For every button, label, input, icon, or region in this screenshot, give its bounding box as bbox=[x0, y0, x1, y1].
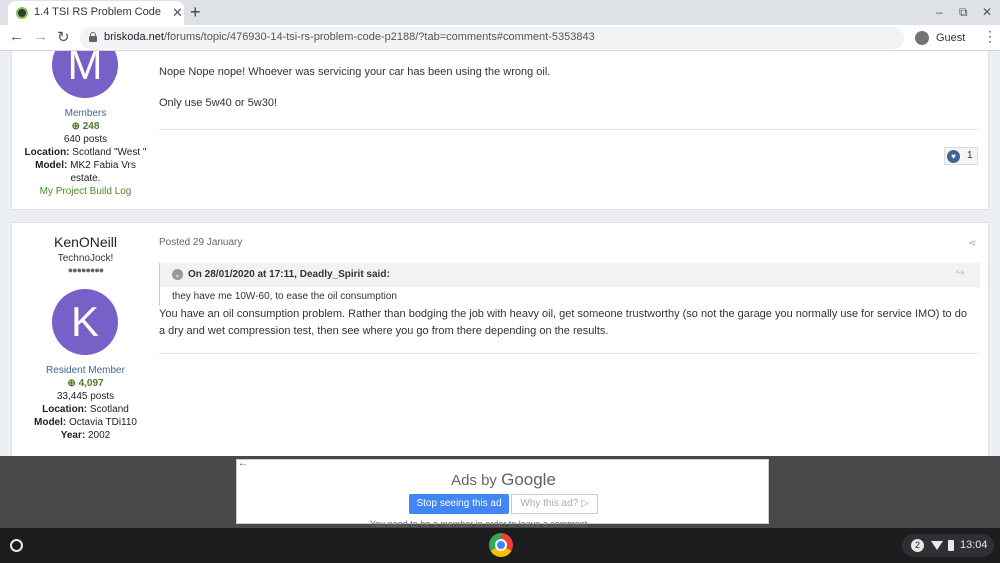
stop-seeing-ad-button[interactable]: Stop seeing this ad bbox=[409, 494, 509, 514]
post-count: 640 posts bbox=[63, 134, 108, 145]
location-value: Scotland bbox=[89, 404, 129, 415]
location-value: Scotland "West " bbox=[72, 147, 147, 158]
posted-date[interactable]: Posted 29 January bbox=[159, 237, 242, 248]
year-value: 2002 bbox=[88, 430, 111, 441]
member-title: TechnoJock! bbox=[57, 253, 114, 264]
ad-title-prefix: Ads by bbox=[451, 472, 497, 489]
chrome-icon[interactable] bbox=[489, 533, 513, 557]
back-arrow-icon[interactable]: ← bbox=[9, 28, 24, 45]
browser-toolbar: ← → ↻ briskoda.net/forums/topic/476930-1… bbox=[0, 25, 1000, 51]
browser-tab[interactable]: 1.4 TSI RS Problem Code p2188 ✕ bbox=[8, 1, 184, 25]
battery-icon bbox=[948, 540, 954, 551]
quote-text: they have me 10W-60, to ease the oil con… bbox=[172, 291, 397, 302]
model-label: Model: bbox=[35, 160, 68, 171]
back-arrow-icon[interactable]: ← bbox=[238, 458, 248, 469]
ad-title: Ads by Google bbox=[237, 470, 770, 490]
quote-citation: On 28/01/2020 at 17:11, Deadly_Spirit sa… bbox=[188, 269, 390, 280]
member-group: Members bbox=[64, 108, 107, 119]
reaction-badge[interactable]: ♥ 1 bbox=[944, 147, 978, 165]
heart-like-icon: ♥ bbox=[947, 150, 960, 163]
clock: 13:04 bbox=[960, 539, 988, 551]
member-group: Resident Member bbox=[46, 365, 125, 376]
user-avatar-icon bbox=[915, 31, 929, 45]
forum-page: M Members ⊕ 248 640 posts Location: Scot… bbox=[0, 51, 1000, 456]
post-divider bbox=[159, 129, 978, 130]
model-label: Model: bbox=[34, 417, 67, 428]
os-shelf: 2 13:04 bbox=[0, 528, 1000, 563]
reaction-count: 1 bbox=[967, 150, 973, 161]
wifi-icon bbox=[931, 541, 943, 550]
kebab-menu-icon[interactable]: ⋮ bbox=[983, 28, 997, 45]
chevron-down-icon[interactable]: ⌄ bbox=[172, 269, 183, 280]
site-favicon-icon bbox=[16, 7, 28, 19]
url-text[interactable]: briskoda.net/forums/topic/476930-14-tsi-… bbox=[104, 31, 595, 43]
forum-post: M Members ⊕ 248 640 posts Location: Scot… bbox=[11, 51, 989, 210]
reputation-plus-icon: ⊕ bbox=[67, 378, 79, 389]
year-label: Year: bbox=[60, 430, 86, 441]
author-stats: Resident Member ⊕ 4,097 33,445 posts Loc… bbox=[12, 365, 159, 442]
post-count: 33,445 posts bbox=[56, 391, 115, 402]
model-value: MK2 Fabia Vrs estate. bbox=[70, 160, 136, 184]
location-label: Location: bbox=[42, 404, 88, 415]
avatar[interactable]: M bbox=[52, 51, 118, 98]
share-icon[interactable]: ⋖ bbox=[968, 238, 976, 249]
avatar[interactable]: K bbox=[52, 289, 118, 355]
profile-button[interactable]: Guest bbox=[912, 28, 972, 48]
quote-link-icon[interactable]: ↪ bbox=[956, 268, 964, 279]
tab-close-icon[interactable]: ✕ bbox=[172, 5, 183, 21]
ad-title-brand: Google bbox=[501, 470, 556, 489]
post-body: You have an oil consumption problem. Rat… bbox=[159, 308, 967, 337]
post-divider bbox=[159, 353, 978, 354]
reputation-count: 248 bbox=[82, 121, 100, 132]
project-build-log-link[interactable]: My Project Build Log bbox=[12, 186, 159, 197]
author-name[interactable]: KenONeill bbox=[12, 234, 159, 250]
new-tab-button[interactable]: + bbox=[190, 2, 201, 23]
lock-icon[interactable] bbox=[89, 32, 97, 42]
quote-header: ⌄ On 28/01/2020 at 17:11, Deadly_Spirit … bbox=[160, 263, 980, 287]
model-value: Octavia TDi110 bbox=[69, 417, 137, 428]
address-bar[interactable]: briskoda.net/forums/topic/476930-14-tsi-… bbox=[80, 27, 904, 49]
post-body: Nope Nope nope! Whoever was servicing yo… bbox=[159, 64, 959, 112]
forum-post: KenONeill TechnoJock! ●●●●●●●● K Residen… bbox=[11, 222, 989, 456]
reload-icon[interactable]: ↻ bbox=[57, 28, 70, 46]
why-this-ad-button[interactable]: Why this ad? ▷ bbox=[511, 494, 598, 514]
author-info: Members ⊕ 248 640 posts Location: Scotla… bbox=[12, 108, 159, 197]
status-tray[interactable]: 2 13:04 bbox=[902, 534, 994, 557]
reputation-plus-icon: ⊕ bbox=[71, 121, 83, 132]
ad-panel: ← Ads by Google Stop seeing this ad Why … bbox=[236, 458, 770, 524]
url-path: /forums/topic/476930-14-tsi-rs-problem-c… bbox=[163, 31, 595, 43]
browser-tab-strip: 1.4 TSI RS Problem Code p2188 ✕ + – ⧉ ✕ bbox=[0, 0, 1000, 25]
reputation-count: 4,097 bbox=[78, 378, 104, 389]
ad-overlay: ← Ads by Google Stop seeing this ad Why … bbox=[0, 456, 1000, 529]
post-text-line: Only use 5w40 or 5w30! bbox=[159, 97, 278, 109]
profile-label: Guest bbox=[936, 32, 966, 44]
tab-title: 1.4 TSI RS Problem Code p2188 bbox=[34, 6, 164, 18]
location-label: Location: bbox=[24, 147, 70, 158]
author-info: KenONeill TechnoJock! ●●●●●●●● bbox=[12, 234, 159, 275]
rank-pips: ●●●●●●●● bbox=[67, 265, 105, 275]
notification-count[interactable]: 2 bbox=[911, 539, 924, 552]
url-host: briskoda.net bbox=[104, 31, 164, 43]
restore-icon[interactable]: ⧉ bbox=[959, 5, 968, 20]
minimize-icon[interactable]: – bbox=[936, 5, 943, 19]
launcher-icon[interactable] bbox=[10, 539, 23, 552]
quote-block: ⌄ On 28/01/2020 at 17:11, Deadly_Spirit … bbox=[159, 263, 980, 306]
close-window-icon[interactable]: ✕ bbox=[982, 5, 992, 19]
post-text-line: Nope Nope nope! Whoever was servicing yo… bbox=[159, 66, 551, 78]
forward-arrow-icon[interactable]: → bbox=[33, 28, 48, 45]
